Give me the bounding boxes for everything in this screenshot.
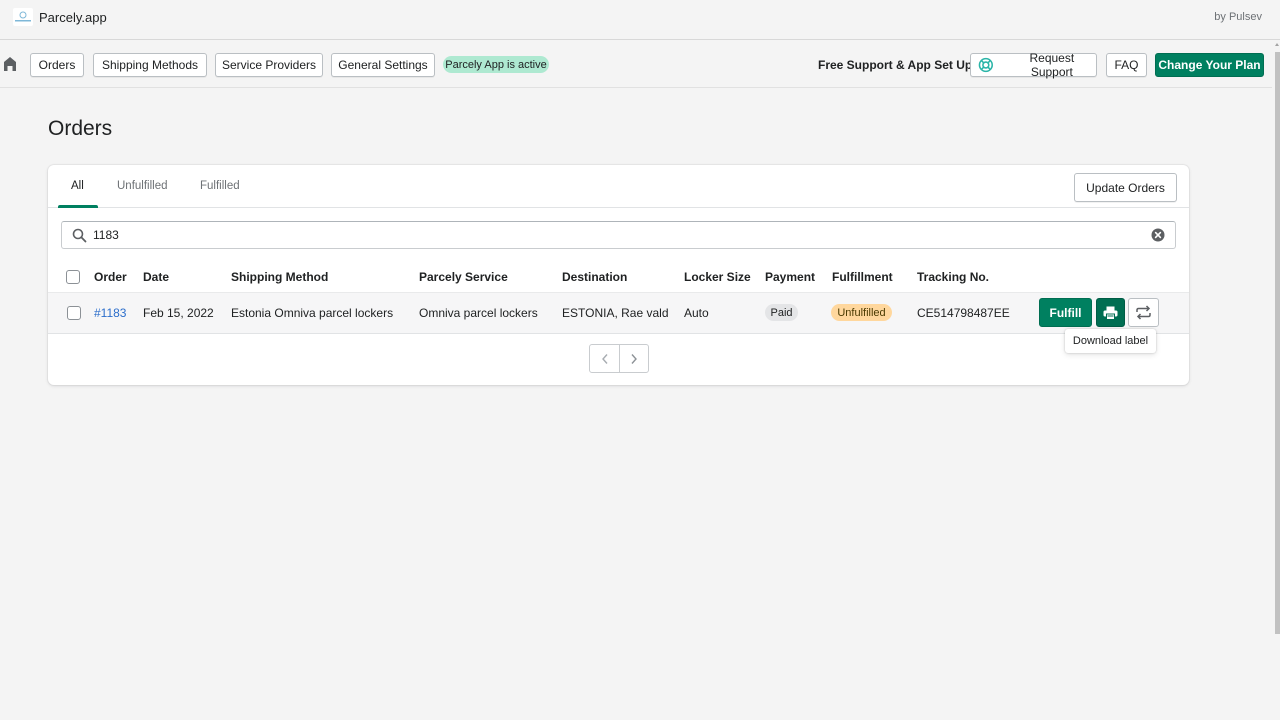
page-title: Orders	[48, 117, 113, 140]
app-title: Parcely.app	[39, 10, 107, 25]
locker-size: Auto	[684, 306, 709, 320]
next-page-button[interactable]	[619, 345, 648, 372]
nav-bar: Orders Shipping Methods Service Provider…	[0, 41, 1272, 88]
destination: ESTONIA, Rae vald	[562, 306, 669, 320]
row-checkbox[interactable]	[67, 306, 81, 320]
download-label-tooltip: Download label	[1065, 329, 1156, 353]
fulfill-button[interactable]: Fulfill	[1039, 298, 1092, 327]
parcely-service: Omniva parcel lockers	[419, 306, 538, 320]
nav-service-providers-button[interactable]: Service Providers	[215, 53, 323, 77]
tab-unfulfilled[interactable]: Unfulfilled	[117, 180, 168, 192]
table-row: #1183 Feb 15, 2022 Estonia Omniva parcel…	[48, 292, 1189, 334]
column-header-fulfillment: Fulfillment	[832, 270, 893, 284]
home-icon[interactable]	[3, 56, 17, 72]
nav-orders-button[interactable]: Orders	[30, 53, 84, 77]
order-date: Feb 15, 2022	[143, 306, 214, 320]
active-tab-indicator	[58, 205, 98, 208]
printer-icon	[1103, 306, 1118, 320]
column-header-order: Order	[94, 270, 127, 284]
tab-fulfilled[interactable]: Fulfilled	[200, 180, 240, 192]
column-header-tracking: Tracking No.	[917, 270, 990, 284]
app-logo	[13, 8, 33, 26]
support-label: Free Support & App Set Up	[818, 58, 973, 72]
scroll-up-arrow-icon[interactable]	[1275, 43, 1279, 46]
tracking-number: CE514798487EE	[917, 306, 1010, 320]
download-label-button[interactable]	[1096, 298, 1125, 327]
table-header: Order Date Shipping Method Parcely Servi…	[48, 262, 1189, 292]
column-header-parcely-service: Parcely Service	[419, 270, 508, 284]
order-tabs: All Unfulfilled Fulfilled Update Orders	[48, 165, 1189, 208]
previous-page-button[interactable]	[590, 345, 619, 372]
shipping-method: Estonia Omniva parcel lockers	[231, 306, 394, 320]
search-icon	[72, 228, 87, 243]
change-plan-button[interactable]: Change Your Plan	[1155, 53, 1264, 77]
byline: by Pulsev	[1214, 11, 1262, 23]
payment-status-badge: Paid	[765, 304, 798, 321]
sync-icon	[1136, 305, 1151, 320]
chevron-right-icon	[631, 353, 637, 364]
clear-icon[interactable]	[1151, 228, 1165, 242]
fulfillment-status-badge: Unfulfilled	[831, 304, 892, 321]
order-link[interactable]: #1183	[94, 306, 126, 320]
nav-shipping-methods-button[interactable]: Shipping Methods	[93, 53, 207, 77]
update-orders-button[interactable]: Update Orders	[1074, 173, 1177, 202]
tab-all[interactable]: All	[71, 180, 84, 192]
nav-general-settings-button[interactable]: General Settings	[331, 53, 435, 77]
app-header: Parcely.app by Pulsev	[0, 0, 1280, 40]
pagination	[589, 344, 649, 373]
request-support-label: Request Support	[1029, 51, 1075, 79]
orders-card: All Unfulfilled Fulfilled Update Orders …	[48, 165, 1189, 385]
select-all-checkbox[interactable]	[66, 270, 80, 284]
search-input[interactable]	[93, 226, 1133, 244]
sync-button[interactable]	[1128, 298, 1159, 327]
column-header-date: Date	[143, 270, 170, 284]
app-status-badge: Parcely App is active	[443, 56, 549, 73]
faq-button[interactable]: FAQ	[1106, 53, 1147, 77]
request-support-button[interactable]: Request Support	[970, 51, 1097, 79]
lifebuoy-icon	[978, 57, 994, 73]
column-header-locker-size: Locker Size	[684, 270, 751, 284]
column-header-payment: Payment	[765, 270, 816, 284]
column-header-destination: Destination	[562, 270, 628, 284]
search-field[interactable]	[61, 221, 1176, 249]
column-header-shipping-method: Shipping Method	[231, 270, 329, 284]
parcely-logo-icon	[15, 11, 31, 22]
chevron-left-icon	[601, 353, 608, 364]
scrollbar-thumb[interactable]	[1275, 52, 1280, 634]
